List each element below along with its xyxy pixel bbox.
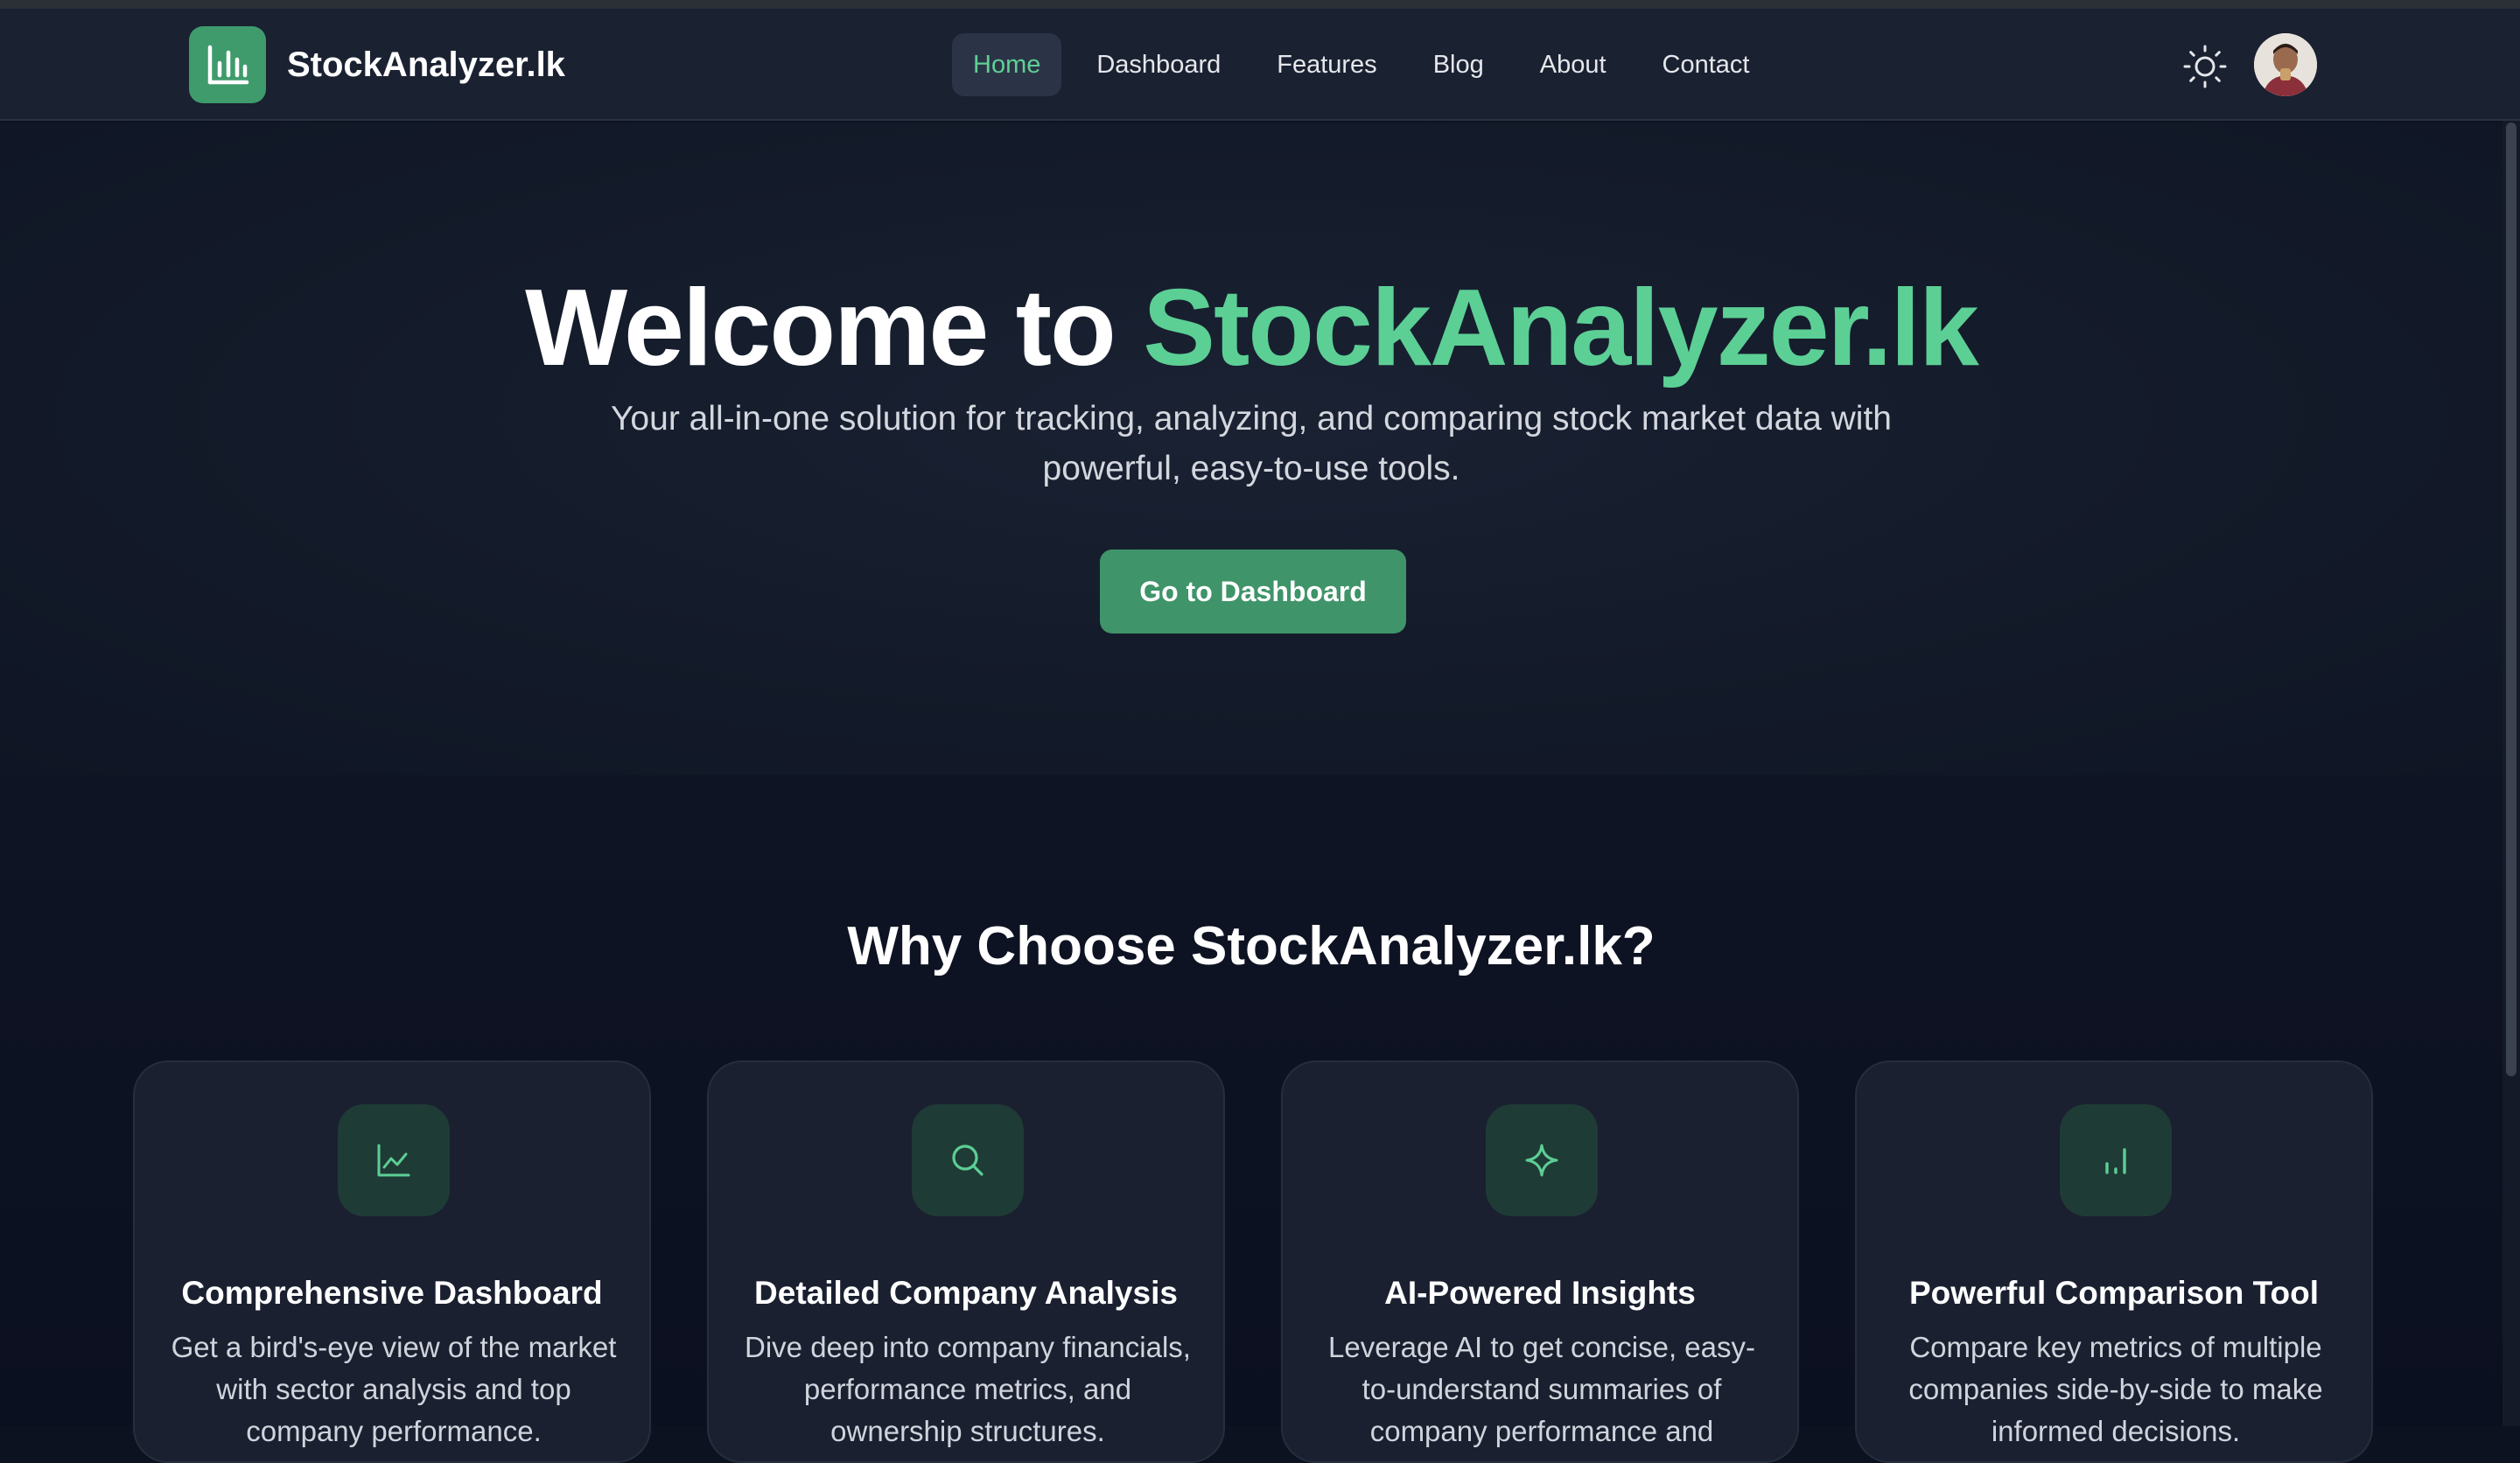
user-avatar[interactable]	[2254, 33, 2317, 96]
hero-subtitle: Your all-in-one solution for tracking, a…	[611, 400, 1892, 487]
nav-home[interactable]: Home	[952, 33, 1062, 96]
go-to-dashboard-button[interactable]: Go to Dashboard	[1100, 550, 1406, 634]
brand-name[interactable]: StockAnalyzer.lk	[287, 40, 565, 89]
nav-dashboard[interactable]: Dashboard	[1075, 33, 1242, 96]
search-icon	[952, 1144, 984, 1176]
hero-title: Welcome to StockAnalyzer.lk	[0, 262, 2502, 394]
hero-section: Welcome to StockAnalyzer.lk Your all-in-…	[0, 122, 2502, 775]
main-nav: Home Dashboard Features Blog About Conta…	[952, 33, 1784, 96]
scrollbar-thumb[interactable]	[2506, 122, 2516, 1076]
theme-toggle-button[interactable]	[2177, 38, 2233, 94]
nav-features[interactable]: Features	[1256, 33, 1397, 96]
features-section: Why Choose StockAnalyzer.lk? Comprehensi…	[0, 775, 2502, 1463]
features-title: Why Choose StockAnalyzer.lk?	[847, 916, 1656, 976]
page-scrollbar[interactable]	[2502, 121, 2520, 1426]
feature-title: Detailed Company Analysis	[754, 1275, 1178, 1311]
sparkle-icon	[1525, 1144, 1558, 1177]
hero-title-accent: StockAnalyzer.lk	[1143, 268, 1979, 388]
feature-title: Comprehensive Dashboard	[181, 1275, 603, 1311]
feature-description: Dive deep into company financials, perfo…	[745, 1331, 1191, 1447]
nav-contact[interactable]: Contact	[1642, 33, 1771, 96]
site-header: StockAnalyzer.lk Home Dashboard Features…	[0, 9, 2520, 121]
feature-card: Comprehensive Dashboard Get a bird's-eye…	[133, 1060, 651, 1463]
feature-card: AI-Powered Insights Leverage AI to get c…	[1281, 1060, 1799, 1463]
nav-blog[interactable]: Blog	[1412, 33, 1505, 96]
window-top-strip	[0, 0, 2520, 9]
feature-description: Compare key metrics of multiple companie…	[1908, 1331, 2323, 1447]
nav-about[interactable]: About	[1519, 33, 1628, 96]
feature-title: Powerful Comparison Tool	[1909, 1275, 2319, 1311]
sun-icon	[2183, 45, 2227, 88]
avatar-image	[2254, 33, 2317, 96]
feature-card: Detailed Company Analysis Dive deep into…	[707, 1060, 1225, 1463]
feature-icon-tile	[2060, 1104, 2172, 1216]
feature-icon-tile	[1486, 1104, 1598, 1216]
bar-chart-logo-icon	[207, 45, 249, 85]
feature-description: Get a bird's-eye view of the market with…	[171, 1331, 617, 1447]
feature-icon-tile	[912, 1104, 1024, 1216]
feature-icon-tile	[338, 1104, 450, 1216]
feature-description: Leverage AI to get concise, easy-to-unde…	[1328, 1331, 1755, 1447]
feature-title: AI-Powered Insights	[1384, 1275, 1696, 1311]
line-chart-icon	[377, 1144, 410, 1177]
feature-card: Powerful Comparison Tool Compare key met…	[1855, 1060, 2373, 1463]
logo[interactable]	[189, 26, 266, 103]
bar-chart-icon	[2105, 1148, 2126, 1174]
hero-title-prefix: Welcome to	[525, 268, 1116, 388]
